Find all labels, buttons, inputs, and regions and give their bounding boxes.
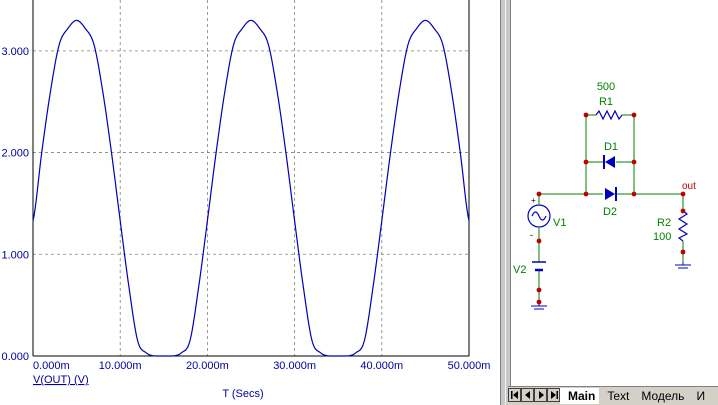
node-dot [536,287,542,293]
prev-page-icon [525,391,530,399]
x-tick-label: 0.000m [33,360,70,372]
y-tick-label: 3.000 [1,46,29,58]
v1-minus-sign: - [530,230,533,240]
trace-vout [32,19,470,357]
node-dot [583,112,589,118]
x-axis-label: T (Secs) [222,388,263,400]
schematic-canvas[interactable]: 500 R1 D1 D2 V1 V2 R2 100 out + - [511,0,718,386]
node-dot [631,159,637,165]
out-node-label: out [682,181,696,192]
waveform-chart[interactable]: 0.000 1.000 2.000 3.000 0.000m 10.000m 20.000… [0,0,500,405]
v1-plus-sign: + [531,196,536,205]
x-tick-label: 30.000m [273,360,316,372]
r1-name-label: R1 [599,96,613,108]
resistor-r2[interactable] [677,210,689,242]
trace-label[interactable]: V(OUT) (V) [33,374,89,386]
x-tick-label: 40.000m [360,360,403,372]
next-page-button[interactable] [534,388,547,402]
ground-symbol-r2 [675,262,691,269]
y-axis-ticks: 0.000 1.000 2.000 3.000 [1,46,29,363]
r2-value-label: 100 [653,231,671,243]
plot-panel[interactable]: 0.000 1.000 2.000 3.000 0.000m 10.000m 20.000… [0,0,500,405]
x-axis-ticks: 0.000m 10.000m 20.000m 30.000m 40.000m 50.000… [33,360,490,372]
resistor-r1[interactable] [595,109,623,121]
tab-text[interactable]: Text [599,388,633,404]
node-dot [631,191,637,197]
tab-model[interactable]: Модель [633,388,688,404]
node-dot [536,238,542,244]
grid-lines [33,0,469,356]
node-dot [680,191,686,197]
d1-name-label: D1 [604,141,618,153]
tab-main[interactable]: Main [560,388,600,404]
x-tick-label: 50.000m [448,360,491,372]
schematic-panel[interactable]: 500 R1 D1 D2 V1 V2 R2 100 out + - [511,0,718,386]
sine-source-v1[interactable] [527,204,551,228]
r2-name-label: R2 [657,217,671,229]
node-dot [680,208,686,214]
first-page-button[interactable] [508,388,521,402]
last-page-icon [551,391,558,399]
x-tick-label: 20.000m [186,360,229,372]
next-page-icon [539,391,544,399]
diode-d2[interactable] [605,187,617,201]
battery-v2[interactable] [532,261,546,272]
node-dot [536,299,542,305]
diode-d1[interactable] [603,155,615,169]
node-dot [583,191,589,197]
plot-frame [32,0,470,357]
tab-extra[interactable]: И [688,388,709,404]
panel-splitter[interactable] [500,0,511,405]
x-tick-label: 10.000m [99,360,142,372]
v2-name-label: V2 [513,264,526,276]
y-tick-label: 1.000 [1,249,29,261]
node-dot [680,249,686,255]
node-dot [631,112,637,118]
d2-name-label: D2 [603,206,617,218]
prev-page-button[interactable] [521,388,534,402]
v1-name-label: V1 [553,217,566,229]
sheet-tab-bar: Main Text Модель И [508,386,718,405]
r1-value-label: 500 [597,81,615,93]
node-dot [536,191,542,197]
y-tick-label: 2.000 [1,148,29,160]
y-tick-label: 0.000 [1,351,29,363]
first-page-icon [511,391,518,399]
last-page-button[interactable] [547,388,560,402]
node-dot [583,159,589,165]
